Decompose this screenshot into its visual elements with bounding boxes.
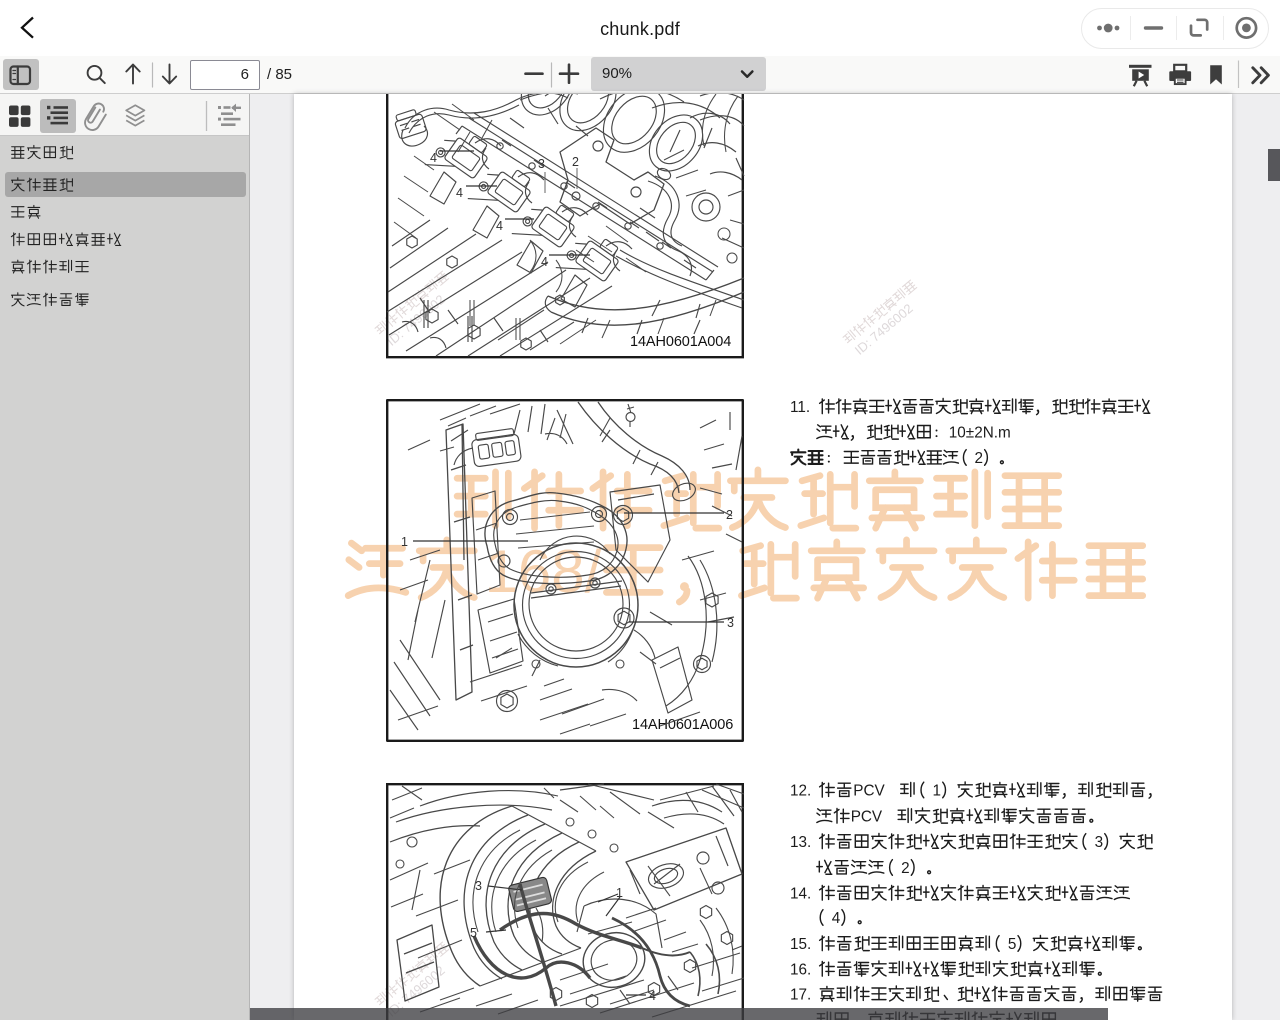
svg-text:4: 4 — [832, 910, 841, 927]
svg-text:4: 4 — [430, 151, 437, 165]
svg-text:2: 2 — [726, 508, 733, 522]
svg-text:168/: 168/ — [485, 538, 602, 605]
svg-text:2: 2 — [901, 860, 910, 877]
svg-text:14.: 14. — [790, 885, 811, 902]
svg-text:4: 4 — [541, 255, 548, 269]
svg-text:4: 4 — [456, 186, 463, 200]
svg-text:11.: 11. — [790, 399, 810, 416]
svg-text:2: 2 — [974, 450, 983, 467]
svg-text:16.: 16. — [790, 961, 811, 978]
svg-text:3: 3 — [538, 157, 545, 171]
svg-text:4: 4 — [649, 989, 656, 1003]
svg-text:12.: 12. — [790, 782, 811, 799]
svg-text:13.: 13. — [790, 834, 811, 851]
svg-text:5: 5 — [470, 926, 477, 940]
svg-text:PCV: PCV — [851, 808, 883, 825]
svg-text:1: 1 — [401, 535, 408, 549]
svg-text:17.: 17. — [790, 986, 811, 1003]
svg-text:1: 1 — [933, 782, 942, 799]
svg-text:4: 4 — [496, 219, 503, 233]
svg-text:3: 3 — [475, 879, 482, 893]
svg-text:15.: 15. — [790, 936, 811, 953]
svg-text:10±2N.m: 10±2N.m — [949, 424, 1011, 441]
svg-text:3: 3 — [727, 616, 734, 630]
svg-text:3: 3 — [1095, 834, 1104, 851]
svg-text:5: 5 — [1008, 936, 1017, 953]
svg-text:1: 1 — [616, 886, 623, 900]
svg-text:PCV: PCV — [853, 782, 885, 799]
svg-text:2: 2 — [572, 155, 579, 169]
